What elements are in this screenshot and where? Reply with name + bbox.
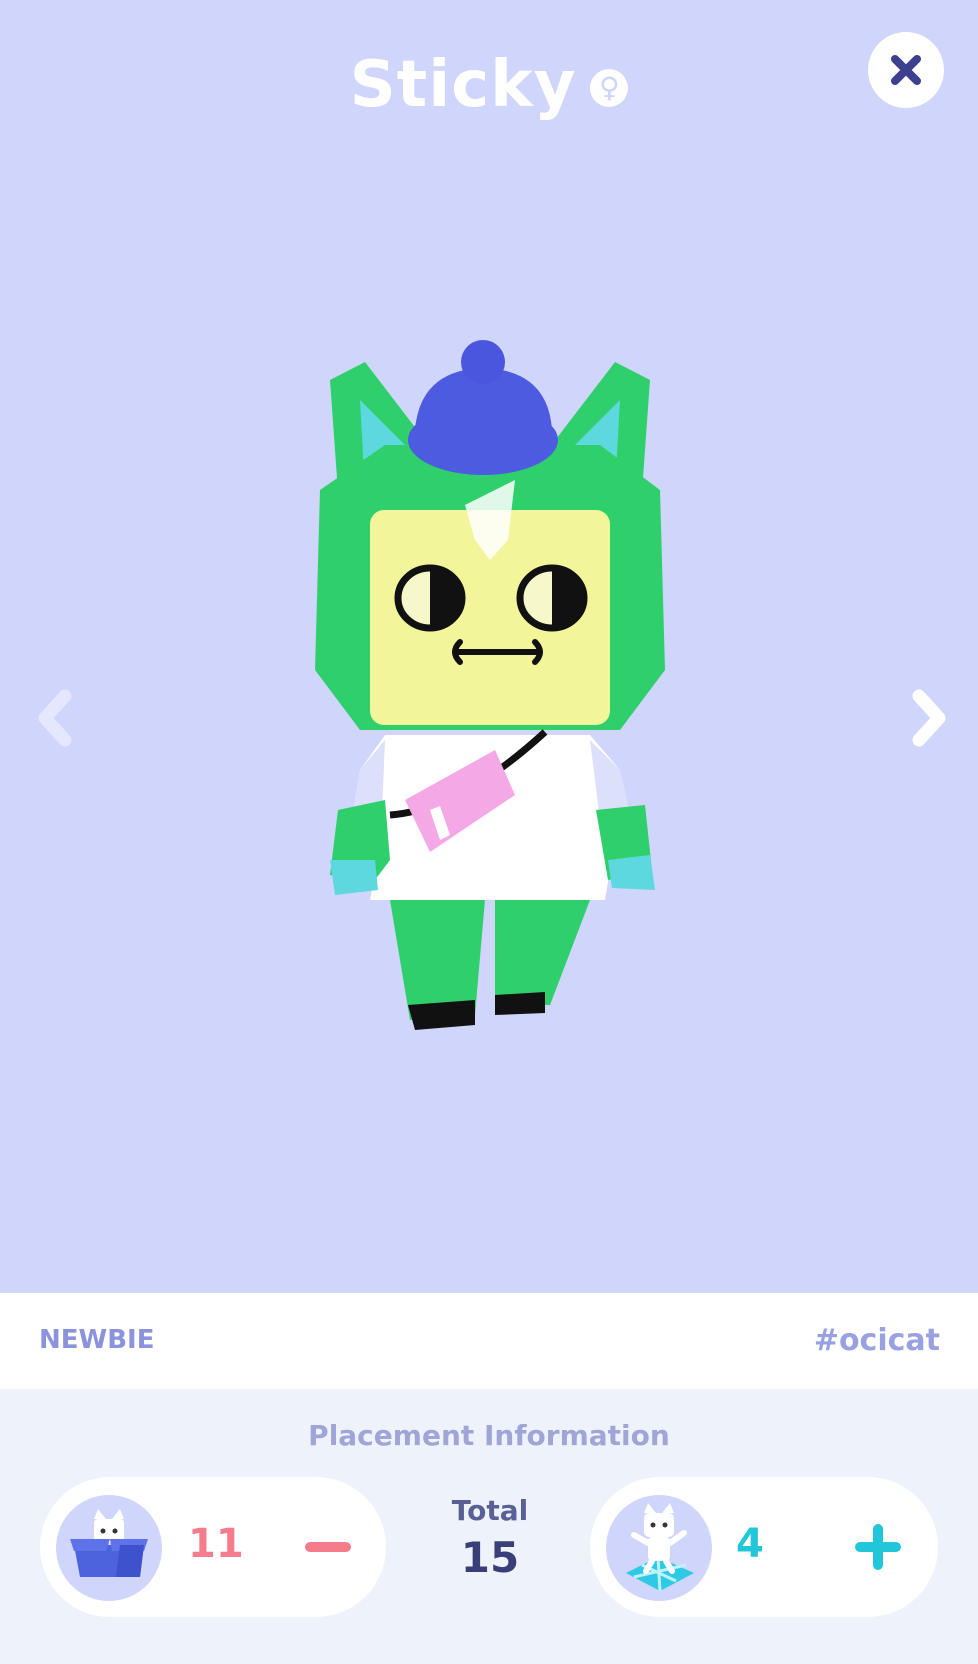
close-icon [891,55,921,85]
placed-panel: 4 [590,1477,938,1617]
rank-label: NEWBIE [39,1325,155,1355]
cat-on-floor-icon [606,1495,712,1601]
cat-in-box-icon [56,1495,162,1601]
chevron-right-icon [912,689,946,747]
placed-count: 4 [736,1521,764,1567]
title-bar: Sticky ♀ [0,40,978,130]
placement-section: Placement Information 11 Total 15 4 [0,1389,978,1664]
add-button[interactable] [846,1515,910,1579]
female-icon: ♀ [590,69,629,107]
character-viewer: Sticky ♀ [0,0,978,1293]
total-value: 15 [460,1533,520,1582]
chevron-left-icon [38,689,72,747]
next-character-button[interactable] [906,686,952,750]
character-model[interactable] [290,340,690,1100]
previous-character-button[interactable] [32,686,78,750]
character-info-row: NEWBIE #ocicat [0,1293,978,1389]
total-block: Total 15 [410,1494,570,1582]
character-name: Sticky [349,48,577,122]
minus-icon [305,1542,351,1552]
stored-count: 11 [188,1521,244,1567]
plus-icon [855,1524,901,1570]
placement-title: Placement Information [308,1419,670,1452]
total-label: Total [451,1494,529,1527]
breed-tag[interactable]: #ocicat [814,1323,940,1358]
close-button[interactable] [868,32,944,108]
stored-panel: 11 [40,1477,386,1617]
remove-button[interactable] [296,1515,360,1579]
